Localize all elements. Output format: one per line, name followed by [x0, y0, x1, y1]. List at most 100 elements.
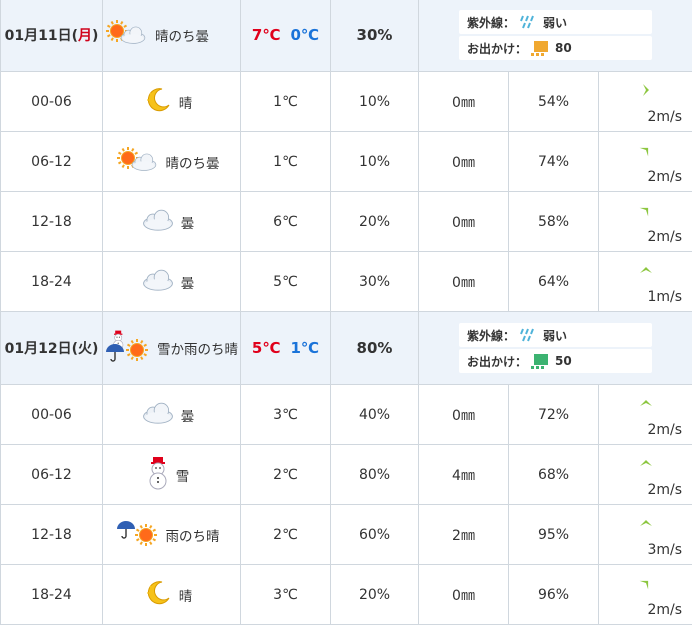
temperature-cell: 5℃ — [241, 252, 331, 312]
temp-min: 1℃ — [291, 339, 320, 357]
cloud-icon — [141, 208, 175, 236]
time-cell: 00-06 — [1, 385, 103, 445]
weather-cell: 曇 — [103, 192, 241, 252]
humidity-cell: 64% — [509, 252, 599, 312]
outing-box: お出かけ： 50 — [459, 349, 652, 373]
rainfall-cell: 0㎜ — [419, 565, 509, 625]
humidity-cell: 54% — [509, 72, 599, 132]
rainfall-cell: 0㎜ — [419, 192, 509, 252]
temperature-cell: 3℃ — [241, 565, 331, 625]
forecast-body: 01月11日(月) 晴のち曇 7℃0℃ 30% 紫外線： 弱い お出かけ： 80 — [1, 0, 692, 625]
rainfall-cell: 0㎜ — [419, 72, 509, 132]
wind-cell: 2m/s — [599, 72, 692, 132]
weather-label: 雨のち晴 — [166, 525, 220, 545]
wind-arrow-icon — [638, 142, 654, 158]
uv-label: 紫外線： — [467, 327, 515, 344]
date-cell: 01月12日(火) — [1, 312, 103, 385]
wind-arrow-icon — [638, 202, 654, 218]
uv-value: 弱い — [543, 14, 567, 31]
rainfall-cell: 4㎜ — [419, 445, 509, 505]
precip-cell: 30% — [331, 252, 419, 312]
temperature-cell: 3℃ — [241, 385, 331, 445]
hourly-row: 12-18 曇 6℃ 20% 0㎜ 58% 2m/s — [1, 192, 692, 252]
rainfall-cell: 0㎜ — [419, 132, 509, 192]
wind-speed: 3m/s — [647, 542, 682, 558]
outing-box: お出かけ： 80 — [459, 36, 652, 60]
wind-arrow-icon — [638, 575, 654, 591]
weather-label: 雪か雨のち晴 — [157, 338, 238, 358]
wind-cell: 1m/s — [599, 252, 692, 312]
humidity-cell: 95% — [509, 505, 599, 565]
precip-value: 30% — [357, 26, 393, 44]
hourly-row: 00-06 晴 1℃ 10% 0㎜ 54% 2m/s — [1, 72, 692, 132]
precip-value: 80% — [357, 339, 393, 357]
wind-speed: 2m/s — [647, 482, 682, 498]
humidity-cell: 72% — [509, 385, 599, 445]
snow-or-rain-then-sun-icon — [105, 330, 151, 366]
wind-arrow-icon — [638, 82, 654, 98]
wind-cell: 2m/s — [599, 192, 692, 252]
wind-cell: 2m/s — [599, 385, 692, 445]
uv-rain-icon — [519, 327, 537, 343]
weather-cell: 雪 — [103, 445, 241, 505]
weather-cell: 雪か雨のち晴 — [103, 312, 241, 385]
wind-speed: 2m/s — [647, 229, 682, 245]
weather-cell: 晴 — [103, 72, 241, 132]
moon-icon — [143, 578, 173, 612]
uv-rain-icon — [519, 14, 537, 30]
rainfall-cell: 2㎜ — [419, 505, 509, 565]
outing-value: 50 — [555, 354, 572, 368]
hourly-row: 12-18 雨のち晴 2℃ 60% 2㎜ 95% 3m/s — [1, 505, 692, 565]
wind-speed: 2m/s — [647, 169, 682, 185]
wind-arrow-icon — [638, 455, 654, 471]
temperature-cell: 2℃ — [241, 505, 331, 565]
temperature-cell: 7℃0℃ — [241, 0, 331, 72]
weather-cell: 曇 — [103, 252, 241, 312]
weather-label: 晴 — [179, 585, 193, 605]
precip-cell: 10% — [331, 72, 419, 132]
weather-label: 曇 — [181, 405, 195, 425]
uv-label: 紫外線： — [467, 14, 515, 31]
snowman-icon — [146, 456, 170, 494]
time-cell: 18-24 — [1, 252, 103, 312]
sun-then-cloud-icon — [105, 19, 149, 51]
precip-cell: 60% — [331, 505, 419, 565]
wind-speed: 2m/s — [647, 422, 682, 438]
wind-cell: 2m/s — [599, 565, 692, 625]
weekday-label: 月 — [78, 28, 92, 44]
humidity-cell: 96% — [509, 565, 599, 625]
time-cell: 12-18 — [1, 505, 103, 565]
outing-label: お出かけ： — [467, 40, 527, 57]
weather-label: 晴のち曇 — [155, 25, 209, 45]
outing-icon — [531, 40, 549, 56]
wind-cell: 3m/s — [599, 505, 692, 565]
rainfall-cell: 0㎜ — [419, 385, 509, 445]
temperature-cell: 1℃ — [241, 72, 331, 132]
temp-max: 7℃ — [252, 26, 281, 44]
rainfall-cell: 0㎜ — [419, 252, 509, 312]
time-cell: 12-18 — [1, 192, 103, 252]
cloud-icon — [141, 401, 175, 429]
weather-label: 曇 — [181, 212, 195, 232]
date-label: 01月11日 — [5, 28, 72, 44]
temperature-cell: 1℃ — [241, 132, 331, 192]
temperature-cell: 5℃ 1℃ — [241, 312, 331, 385]
temp-max: 5℃ — [252, 339, 281, 357]
weekday-label: 火 — [78, 341, 92, 357]
outing-value: 80 — [555, 41, 572, 55]
precip-cell: 20% — [331, 192, 419, 252]
temperature-cell: 2℃ — [241, 445, 331, 505]
sun-then-cloud-icon — [116, 146, 160, 178]
hourly-row: 06-12 雪 2℃ 80% 4㎜ 68% 2m/s — [1, 445, 692, 505]
outing-icon — [531, 353, 549, 369]
weather-label: 曇 — [181, 272, 195, 292]
humidity-cell: 68% — [509, 445, 599, 505]
temperature-cell: 6℃ — [241, 192, 331, 252]
weather-label: 雪 — [176, 465, 190, 485]
moon-icon — [143, 85, 173, 119]
outing-label: お出かけ： — [467, 353, 527, 370]
weather-cell: 晴のち曇 — [103, 132, 241, 192]
date-label: 01月12日 — [5, 341, 72, 357]
humidity-cell: 74% — [509, 132, 599, 192]
weather-cell: 雨のち晴 — [103, 505, 241, 565]
